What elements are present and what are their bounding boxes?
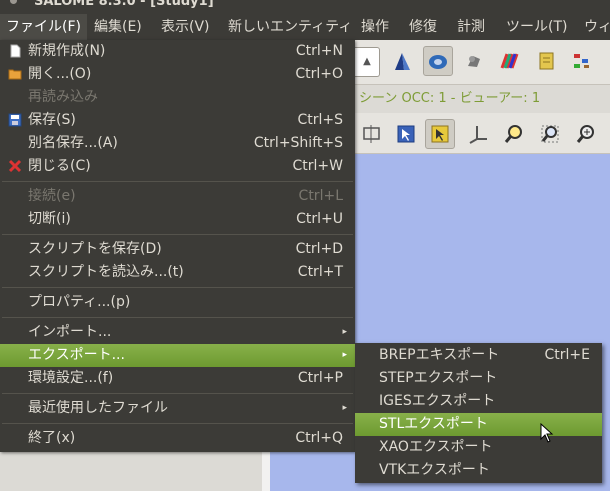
submenu-item-export-vtk[interactable]: VTKエクスポート [355, 459, 602, 482]
menu-measures[interactable]: 計測 [451, 14, 491, 40]
submenu-arrow-icon: ▸ [342, 403, 347, 413]
export-submenu: BREPエキスポート Ctrl+E STEPエクスポート IGESエクスポート … [355, 343, 602, 483]
menu-repair[interactable]: 修復 [403, 14, 443, 40]
selection-mode-icon[interactable] [391, 119, 421, 149]
menu-tools[interactable]: ツール(T) [500, 14, 573, 40]
viewer-toolbar [355, 113, 610, 154]
menu-operations[interactable]: 操作 [355, 14, 395, 40]
menu-item-recent-files[interactable]: 最近使用したファイル ▸ [0, 397, 355, 420]
submenu-item-export-stl[interactable]: STLエクスポート [355, 413, 602, 436]
submenu-item-export-xao[interactable]: XAOエクスポート [355, 436, 602, 459]
notes-module-icon[interactable] [531, 46, 561, 76]
menu-item-disconnect[interactable]: 切断(i) Ctrl+U [0, 208, 355, 231]
zoom-icon[interactable] [499, 119, 529, 149]
submenu-arrow-icon: ▸ [342, 350, 347, 360]
axis-triedre-icon[interactable] [463, 119, 493, 149]
toolbar-more-icon[interactable] [599, 46, 610, 76]
folder-open-icon [8, 69, 22, 80]
menu-item-save-as[interactable]: 別名保存...(A) Ctrl+Shift+S [0, 132, 355, 155]
menu-item-open[interactable]: 開く...(O) Ctrl+O [0, 63, 355, 86]
menu-item-preferences[interactable]: 環境設定...(f) Ctrl+P [0, 367, 355, 390]
menu-item-connect[interactable]: 接続(e) Ctrl+L [0, 185, 355, 208]
menu-item-properties[interactable]: プロパティ...(p) [0, 291, 355, 314]
menu-item-close[interactable]: 閉じる(C) Ctrl+W [0, 155, 355, 178]
paravis-module-icon[interactable] [495, 46, 525, 76]
menu-item-save-script[interactable]: スクリプトを保存(D) Ctrl+D [0, 238, 355, 261]
submenu-item-export-iges[interactable]: IGESエクスポート [355, 390, 602, 413]
main-toolbar: ▲ [355, 40, 610, 85]
menu-file[interactable]: ファイル(F) [0, 14, 87, 40]
global-pan-icon[interactable] [571, 119, 601, 149]
menu-view[interactable]: 表示(V) [155, 14, 216, 40]
menu-item-export[interactable]: エクスポート... ▸ [0, 344, 355, 367]
menu-item-new[interactable]: 新規作成(N) Ctrl+N [0, 40, 355, 63]
menu-item-load-script[interactable]: スクリプトを読込み...(t) Ctrl+T [0, 261, 355, 284]
menu-separator [2, 181, 353, 182]
menu-item-exit[interactable]: 終了(x) Ctrl+Q [0, 427, 355, 450]
preselection-mode-icon[interactable] [425, 119, 455, 149]
menu-separator [2, 393, 353, 394]
mouse-pointer-icon [540, 423, 554, 443]
shaper-module-icon[interactable] [423, 46, 453, 76]
menu-new-entity[interactable]: 新しいエンティティ [222, 14, 358, 40]
menu-item-import[interactable]: インポート... ▸ [0, 321, 355, 344]
window-titlebar: SALOME 8.3.0 - [Study1] [0, 0, 610, 14]
submenu-item-export-step[interactable]: STEPエクスポート [355, 367, 602, 390]
menubar: ファイル(F) 編集(E) 表示(V) 新しいエンティティ 操作 修復 計測 ツ… [0, 14, 610, 40]
menu-edit[interactable]: 編集(E) [88, 14, 148, 40]
menu-separator [2, 234, 353, 235]
menu-separator [2, 287, 353, 288]
menu-window[interactable]: ウィ [578, 14, 610, 40]
viewer-title: シーン OCC: 1 - ビューアー: 1 [355, 85, 610, 113]
menu-separator [2, 423, 353, 424]
close-icon [8, 159, 22, 173]
mesh-module-icon[interactable] [459, 46, 489, 76]
geometry-module-icon[interactable] [387, 46, 417, 76]
new-document-icon [10, 44, 21, 58]
window-close-icon[interactable] [10, 0, 17, 4]
window-title: SALOME 8.3.0 - [Study1] [34, 0, 214, 9]
dump-view-icon[interactable] [357, 119, 387, 149]
window-zoom-icon[interactable] [535, 119, 565, 149]
module-combo-spinner[interactable]: ▲ [355, 47, 380, 77]
submenu-item-export-brep[interactable]: BREPエキスポート Ctrl+E [355, 344, 602, 367]
menu-item-reload[interactable]: 再読み込み [0, 86, 355, 109]
save-icon [8, 113, 22, 127]
submenu-arrow-icon: ▸ [342, 327, 347, 337]
yacs-module-icon[interactable] [567, 46, 597, 76]
menu-separator [2, 317, 353, 318]
menu-item-save[interactable]: 保存(S) Ctrl+S [0, 109, 355, 132]
file-menu: 新規作成(N) Ctrl+N 開く...(O) Ctrl+O 再読み込み 保存(… [0, 40, 355, 452]
